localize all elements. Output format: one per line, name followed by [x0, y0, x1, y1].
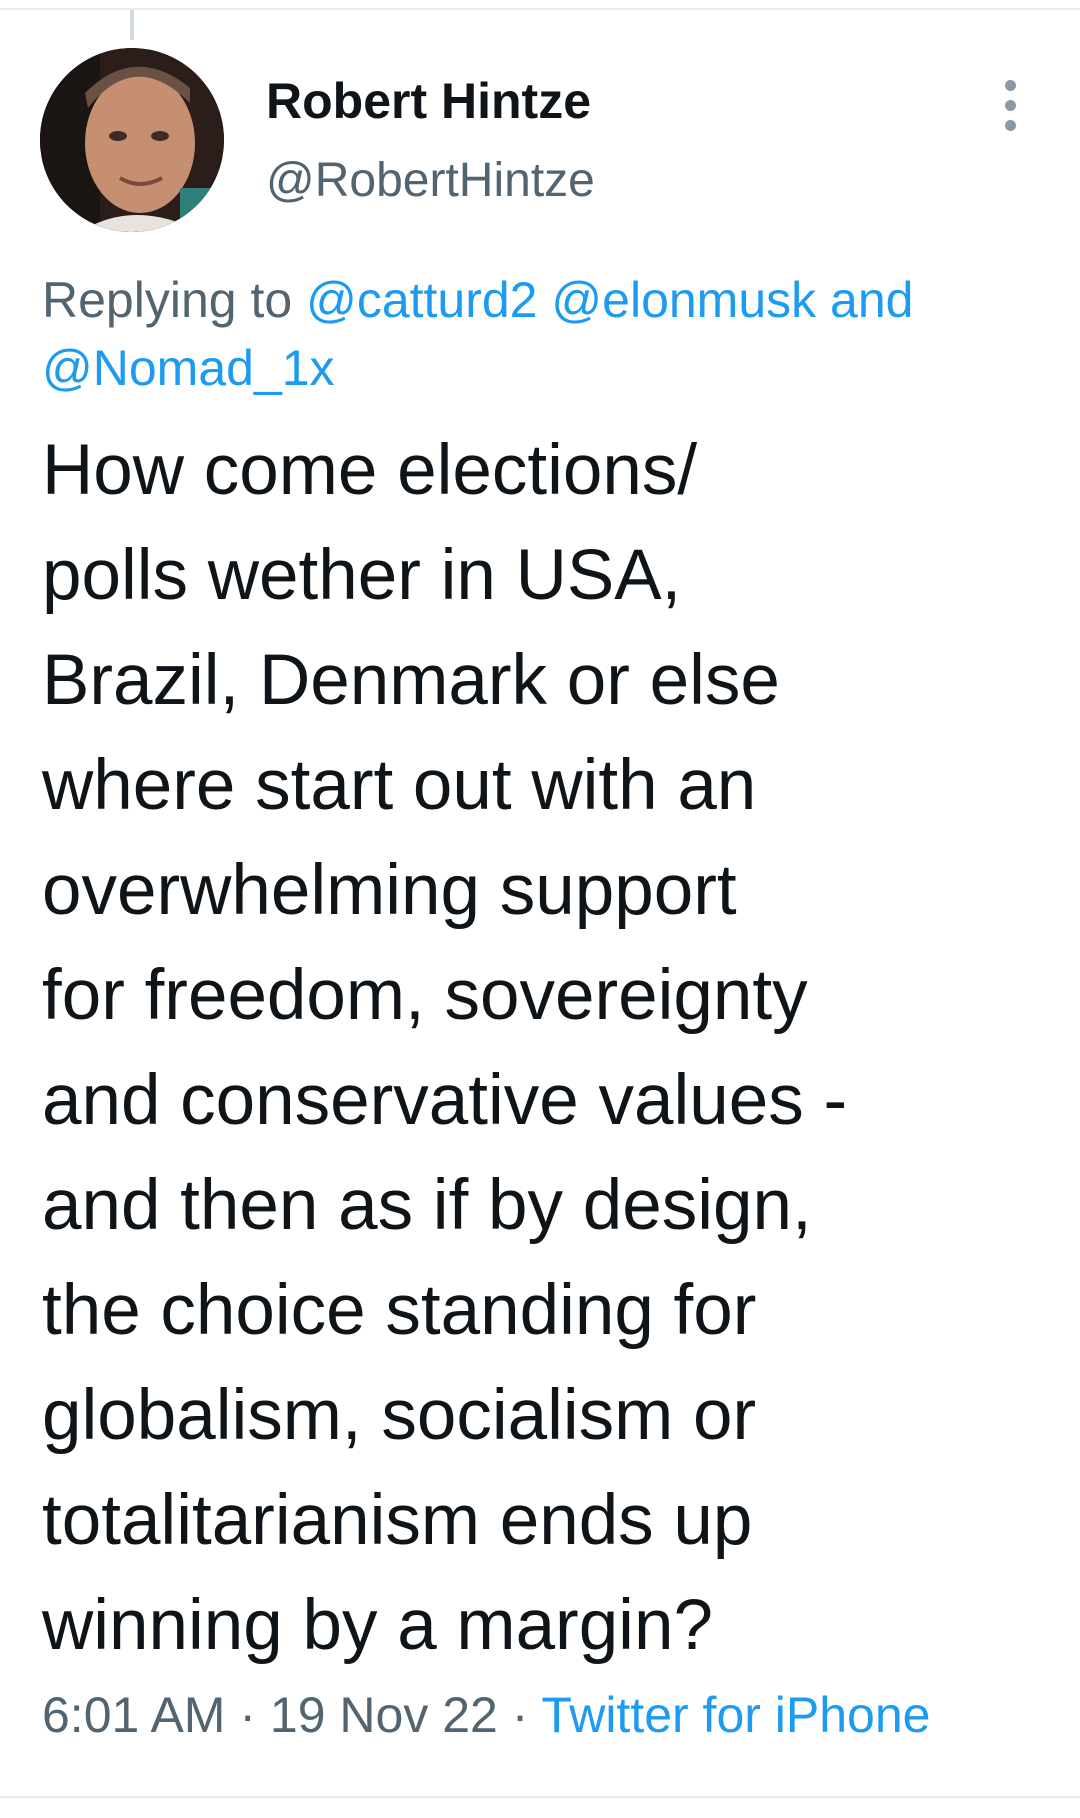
meta-separator: · — [239, 1687, 257, 1743]
tweet-body: How come elections/ polls wether in USA,… — [42, 431, 848, 1665]
thread-connector-line — [130, 10, 134, 40]
bottom-divider — [0, 1796, 1080, 1798]
mention-link-catturd2[interactable]: @catturd2 — [306, 272, 537, 328]
mention-conjunction: and — [830, 272, 914, 328]
replying-to-label: Replying to — [42, 272, 293, 328]
tweet-date[interactable]: 19 Nov 22 — [270, 1687, 498, 1743]
author-handle[interactable]: @RobertHintze — [266, 153, 595, 208]
author-display-name[interactable]: Robert Hintze — [266, 72, 591, 130]
top-divider — [0, 8, 1080, 10]
mention-link-nomad[interactable]: @Nomad_1x — [42, 340, 335, 396]
reply-context: Replying to @catturd2 @elonmusk and @Nom… — [42, 266, 1052, 402]
avatar[interactable] — [40, 48, 224, 232]
tweet-time[interactable]: 6:01 AM — [42, 1687, 225, 1743]
meta-separator: · — [511, 1687, 529, 1743]
tweet-source-link[interactable]: Twitter for iPhone — [541, 1687, 930, 1743]
mention-link-elonmusk[interactable]: @elonmusk — [551, 272, 816, 328]
tweet-meta: 6:01 AM · 19 Nov 22 · Twitter for iPhone — [42, 1686, 930, 1744]
more-vertical-icon[interactable] — [996, 78, 1026, 134]
avatar-image — [40, 48, 224, 232]
